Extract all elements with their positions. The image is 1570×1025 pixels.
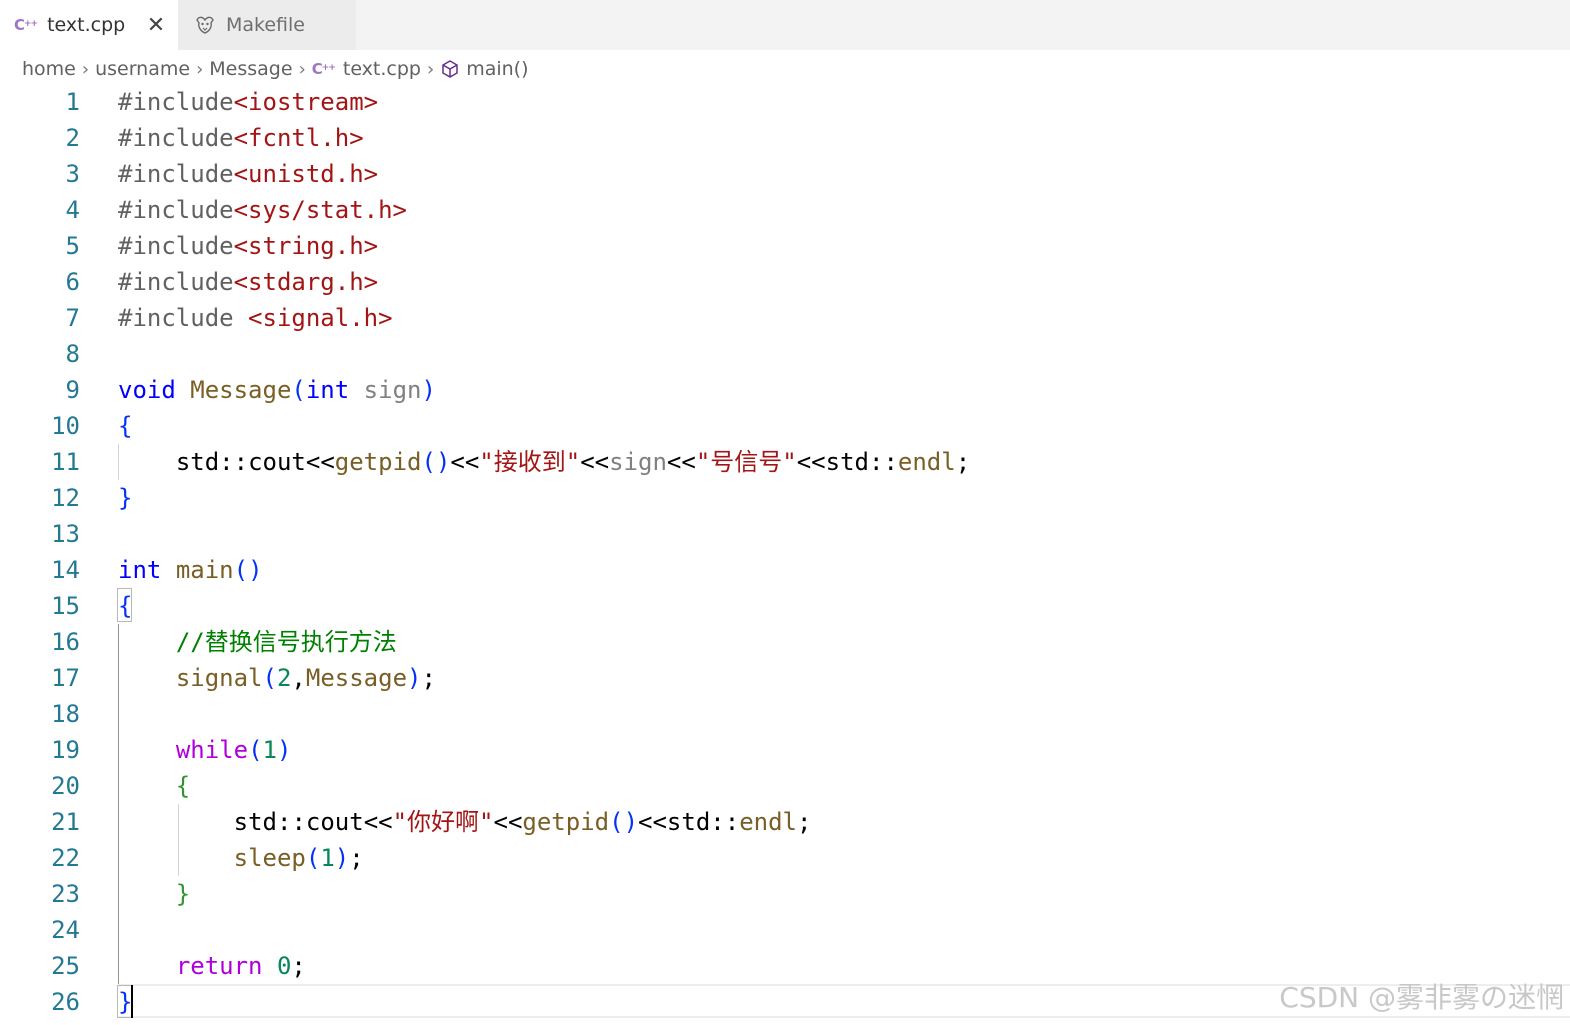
line-number: 21: [51, 808, 80, 836]
code-line[interactable]: 2 #include<fcntl.h>: [0, 120, 1570, 156]
code-line[interactable]: 4 #include<sys/stat.h>: [0, 192, 1570, 228]
code-text: #include<stdarg.h>: [118, 268, 379, 296]
line-number: 12: [51, 484, 80, 512]
code-text: int main(): [118, 556, 263, 584]
code-text: std::cout<<"你好啊"<<getpid()<<std::endl;: [233, 808, 812, 836]
line-number: 26: [51, 988, 80, 1016]
line-number: 18: [51, 700, 80, 728]
line-number: 5: [65, 232, 80, 260]
code-line[interactable]: 20 {: [0, 768, 1570, 804]
code-line[interactable]: 18: [0, 696, 1570, 732]
code-line[interactable]: 9 void Message(int sign): [0, 372, 1570, 408]
line-number: 15: [51, 592, 80, 620]
text-cursor: [131, 985, 133, 1018]
breadcrumb-item-username[interactable]: username: [95, 58, 190, 80]
line-number: 11: [51, 448, 80, 476]
chevron-right-icon: ›: [298, 58, 306, 80]
line-number: 22: [51, 844, 80, 872]
tab-makefile[interactable]: Makefile: [178, 0, 356, 50]
code-text: {: [118, 592, 133, 620]
chevron-right-icon: ›: [196, 58, 204, 80]
makefile-gnu-icon: [196, 16, 214, 34]
code-line[interactable]: 14 int main(): [0, 552, 1570, 588]
code-text: }: [175, 880, 191, 908]
line-number: 19: [51, 736, 80, 764]
code-text: sleep(1);: [233, 844, 364, 872]
code-text: //替换信号执行方法: [175, 628, 397, 656]
line-number: 24: [51, 916, 80, 944]
breadcrumb-item-symbol[interactable]: main(): [466, 58, 528, 80]
line-number: 14: [51, 556, 80, 584]
line-number: 17: [51, 664, 80, 692]
code-line[interactable]: 1 #include<iostream>: [0, 84, 1570, 120]
code-text: #include <signal.h>: [118, 304, 393, 332]
code-text: #include<iostream>: [118, 88, 379, 116]
line-number: 1: [65, 88, 80, 116]
code-line[interactable]: 22 sleep(1);: [0, 840, 1570, 876]
line-number: 6: [65, 268, 80, 296]
code-line[interactable]: 3 #include<unistd.h>: [0, 156, 1570, 192]
chevron-right-icon: ›: [81, 58, 90, 80]
code-text: #include<sys/stat.h>: [118, 196, 407, 224]
code-line[interactable]: 17 signal(2,Message);: [0, 660, 1570, 696]
code-line[interactable]: 11 std::cout<<getpid()<<"接收到"<<sign<<"号信…: [0, 444, 1570, 480]
code-text: #include<unistd.h>: [118, 160, 379, 188]
line-number: 23: [51, 880, 80, 908]
cpp-icon: C++: [14, 16, 38, 34]
line-number: 3: [65, 160, 80, 188]
code-text: #include<fcntl.h>: [118, 124, 364, 152]
code-text: void Message(int sign): [118, 376, 436, 404]
line-number: 16: [51, 628, 80, 656]
cpp-icon: C++: [311, 60, 336, 78]
code-text: while(1): [175, 736, 292, 764]
chevron-right-icon: ›: [426, 58, 435, 80]
breadcrumb-item-file[interactable]: text.cpp: [343, 58, 421, 80]
line-number: 4: [65, 196, 80, 224]
code-line[interactable]: 12}: [0, 480, 1570, 516]
code-text: signal(2,Message);: [175, 664, 436, 692]
code-line[interactable]: 6 #include<stdarg.h>: [0, 264, 1570, 300]
watermark: CSDN @雾非雾の迷惘: [1279, 981, 1564, 1014]
code-line[interactable]: 13: [0, 516, 1570, 552]
close-icon[interactable]: ✕: [144, 12, 168, 38]
line-number: 9: [65, 376, 80, 404]
line-number: 20: [51, 772, 80, 800]
tab-text-cpp[interactable]: C++ text.cpp ✕: [0, 0, 178, 50]
line-number: 13: [51, 520, 80, 548]
code-text: }: [118, 484, 133, 512]
code-line[interactable]: 5 #include<string.h>: [0, 228, 1570, 264]
code-text: return 0;: [175, 952, 306, 980]
line-number: 7: [65, 304, 80, 332]
code-line[interactable]: 7 #include <signal.h>: [0, 300, 1570, 336]
tab-bar: C++ text.cpp ✕ Makefile: [0, 0, 1570, 50]
code-line[interactable]: 10 {: [0, 408, 1570, 444]
code-line[interactable]: 24: [0, 912, 1570, 948]
code-line[interactable]: 21 std::cout<<"你好啊"<<getpid()<<std::endl…: [0, 804, 1570, 840]
line-number: 25: [51, 952, 80, 980]
code-line[interactable]: 15 {: [0, 588, 1570, 624]
line-number: 10: [51, 412, 80, 440]
breadcrumb-item-message[interactable]: Message: [209, 58, 292, 80]
code-text: {: [175, 772, 191, 800]
breadcrumb-item-home[interactable]: home: [22, 58, 76, 80]
tab-label: Makefile: [226, 14, 305, 36]
code-text: {: [118, 412, 133, 440]
code-line[interactable]: 16 //替换信号执行方法: [0, 624, 1570, 660]
code-line[interactable]: 23 }: [0, 876, 1570, 912]
breadcrumb: home › username › Message › C++ text.cpp…: [22, 52, 529, 86]
code-line[interactable]: 19 while(1): [0, 732, 1570, 768]
code-text: #include<string.h>: [118, 232, 379, 260]
cube-symbol-icon: [442, 60, 458, 78]
line-number: 8: [65, 340, 80, 368]
code-text: std::cout<<getpid()<<"接收到"<<sign<<"号信号"<…: [175, 448, 971, 476]
line-number: 2: [65, 124, 80, 152]
tab-label: text.cpp: [47, 14, 126, 36]
code-line[interactable]: 8: [0, 336, 1570, 372]
